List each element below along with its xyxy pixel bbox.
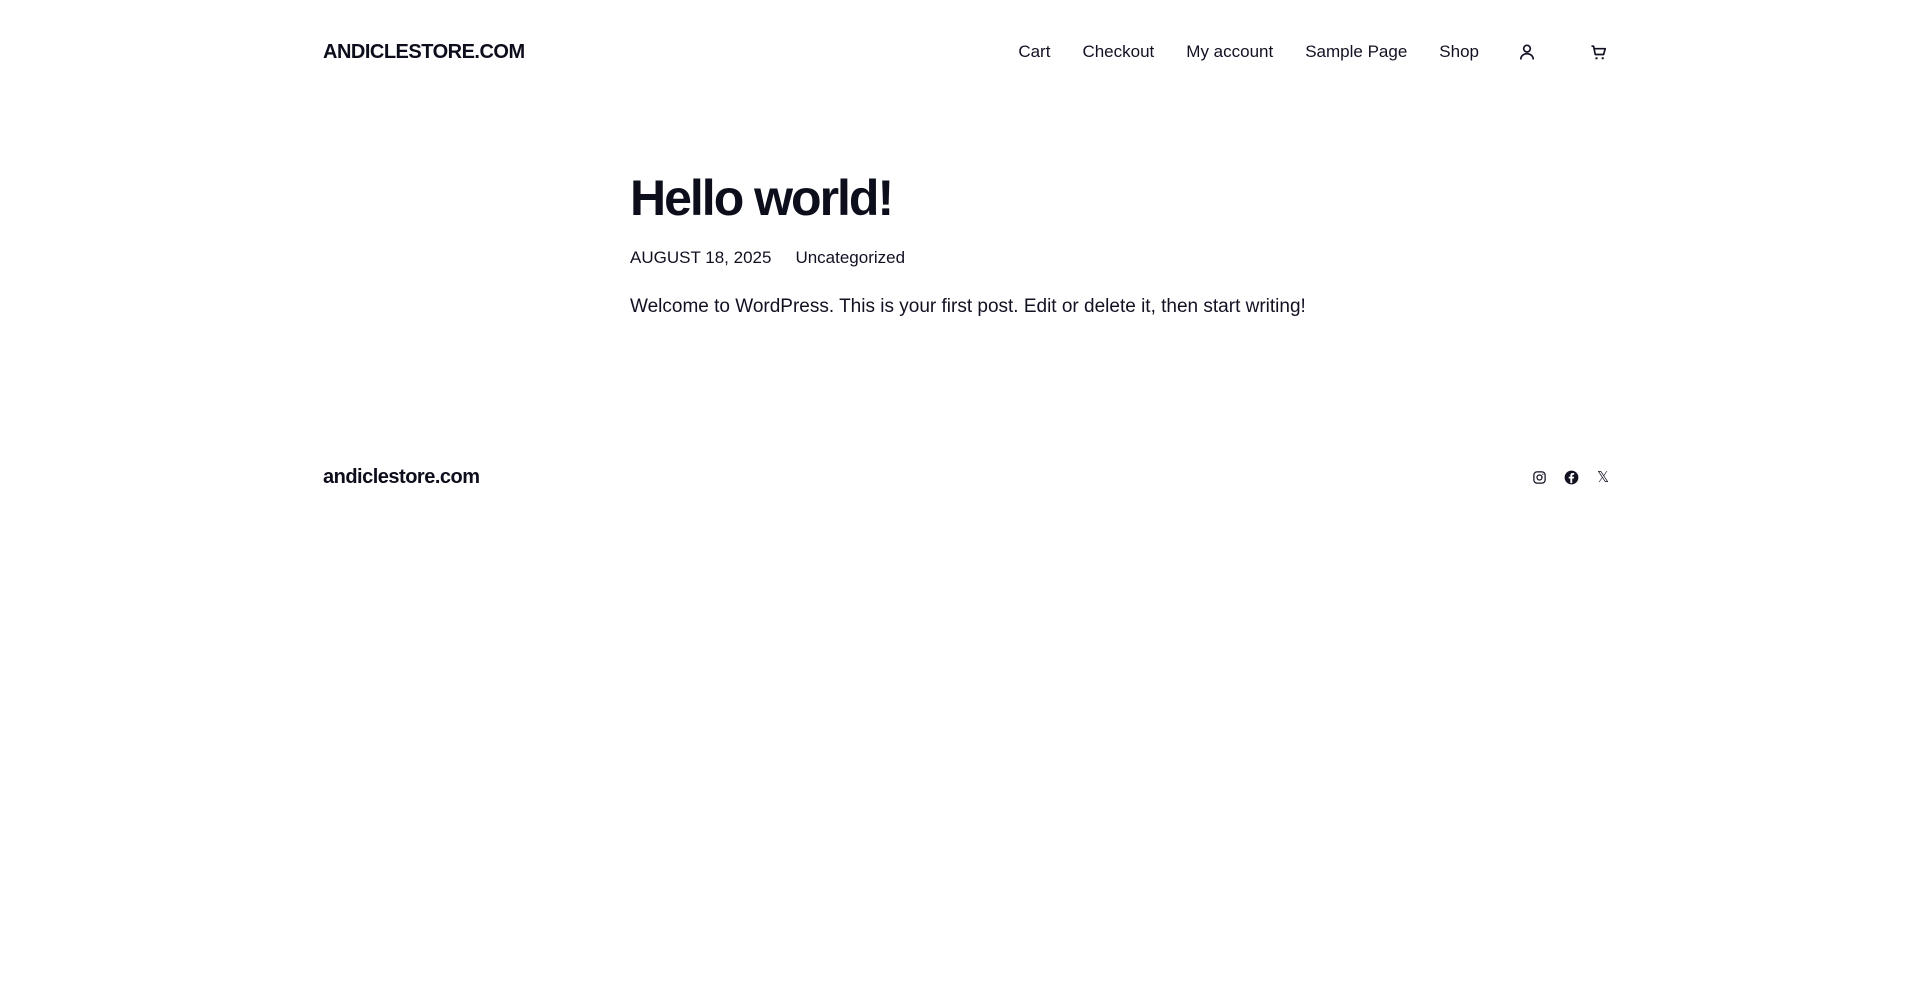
facebook-icon[interactable]	[1561, 467, 1581, 487]
site-title-link[interactable]: ANDICLESTORE.COM	[323, 41, 525, 64]
post-article: Hello world! AUGUST 18, 2025 Uncategoriz…	[630, 168, 1390, 318]
instagram-icon[interactable]	[1529, 467, 1549, 487]
nav-link-cart[interactable]: Cart	[1018, 42, 1050, 62]
nav-link-checkout[interactable]: Checkout	[1082, 42, 1154, 62]
post-date: AUGUST 18, 2025	[630, 248, 772, 267]
main-navigation: Cart Checkout My account Sample Page Sho…	[1018, 38, 1613, 66]
post-category-link[interactable]: Uncategorized	[795, 248, 905, 268]
nav-link-shop[interactable]: Shop	[1439, 42, 1479, 62]
post-meta: AUGUST 18, 2025 Uncategorized	[630, 248, 1390, 268]
nav-link-sample-page[interactable]: Sample Page	[1305, 42, 1407, 62]
social-links: 𝕏	[1517, 467, 1613, 487]
user-icon[interactable]	[1513, 38, 1541, 66]
nav-link-my-account[interactable]: My account	[1186, 42, 1273, 62]
post-content: Welcome to WordPress. This is your first…	[630, 296, 1306, 317]
post-title[interactable]: Hello world!	[630, 168, 1390, 228]
shopping-cart-icon[interactable]	[1585, 38, 1613, 66]
footer-site-title-link[interactable]: andiclestore.com	[323, 466, 480, 489]
site-header: ANDICLESTORE.COM Cart Checkout My accoun…	[323, 34, 1613, 70]
site-footer: andiclestore.com 𝕏	[323, 462, 1613, 492]
x-glyph: 𝕏	[1596, 467, 1610, 486]
x-twitter-icon[interactable]: 𝕏	[1593, 467, 1613, 487]
